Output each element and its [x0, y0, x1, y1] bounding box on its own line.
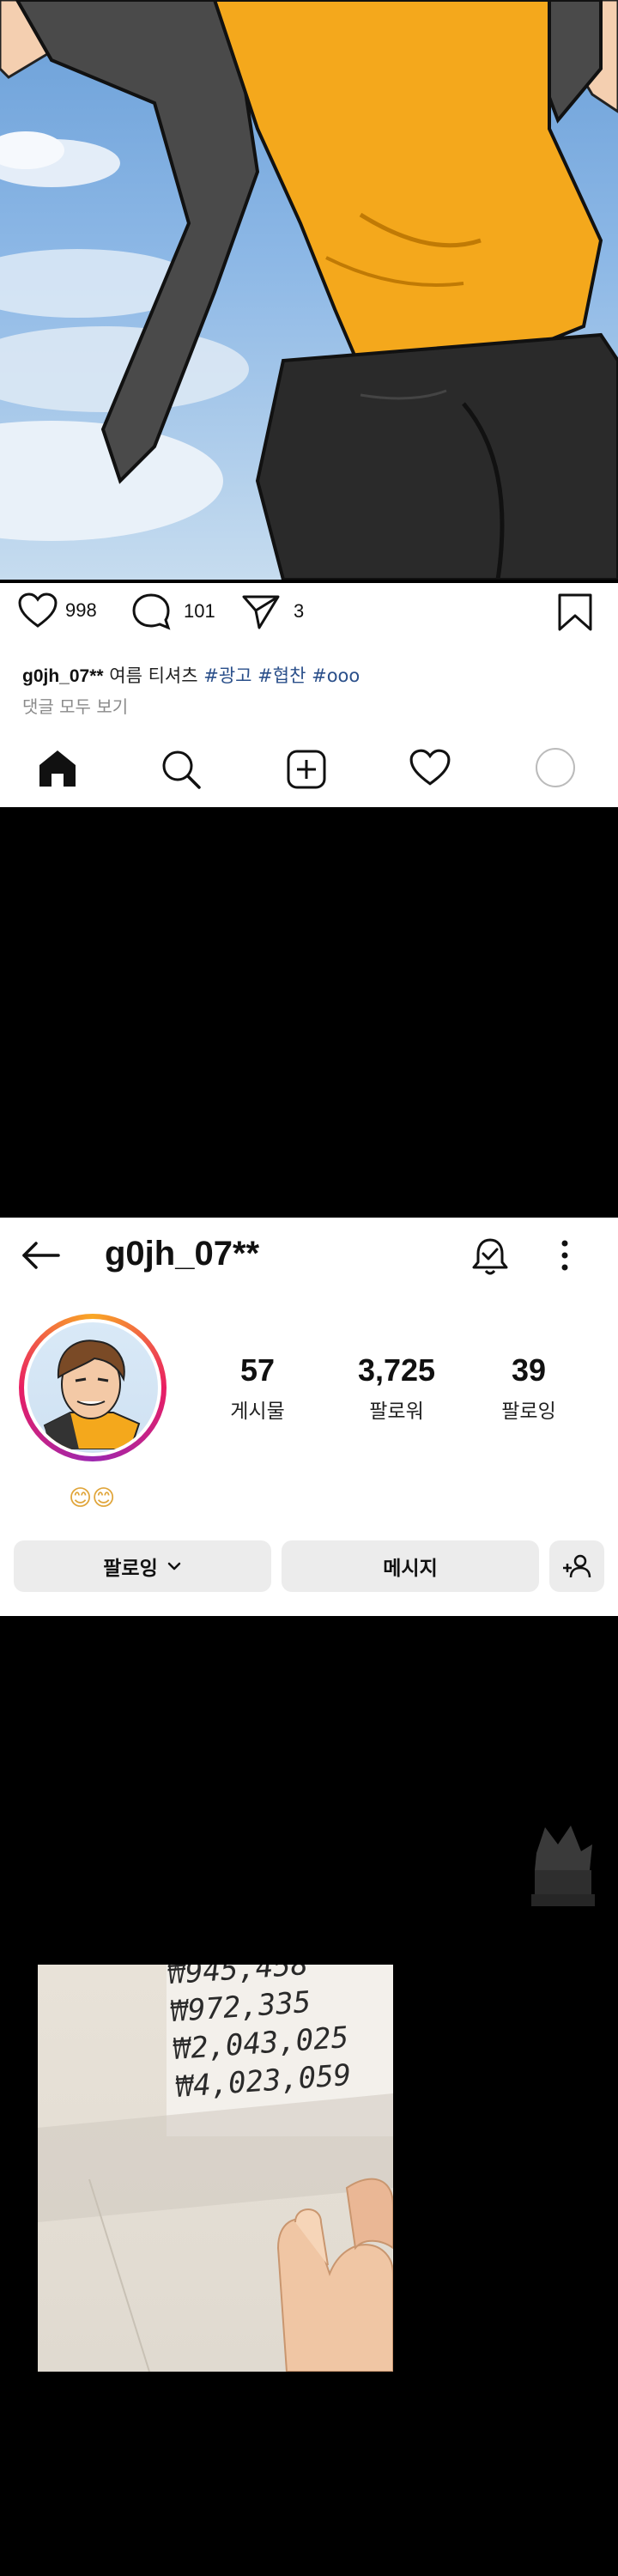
comment-count: 101 — [184, 600, 215, 622]
notifications-button[interactable] — [470, 1235, 510, 1281]
nav-activity[interactable] — [409, 748, 451, 791]
more-options-button[interactable] — [556, 1236, 573, 1278]
like-button[interactable]: 998 — [17, 592, 97, 629]
ledger-photo-panel: ₩945,458 ₩972,335 ₩2,043,025 ₩4,023,059 — [38, 1965, 393, 2372]
caption-username[interactable]: g0jh_07** — [22, 666, 104, 686]
character-illustration — [0, 0, 618, 580]
stat-value: 39 — [511, 1352, 547, 1388]
stat-label: 팔로워 — [369, 1400, 424, 1423]
heart-icon — [18, 592, 58, 628]
message-button[interactable]: 메시지 — [282, 1540, 539, 1592]
stat-label: 게시물 — [230, 1400, 285, 1423]
post-caption: g0jh_07** 여름 티셔츠 #광고 #협찬 #ooo — [22, 662, 360, 688]
search-icon — [162, 750, 201, 789]
watermark-logo — [519, 1819, 605, 1913]
nav-search[interactable] — [160, 748, 203, 794]
hand-holding-bankbook — [38, 2093, 393, 2372]
stat-followers[interactable]: 3,725 팔로워 — [336, 1353, 457, 1424]
add-person-icon — [563, 1554, 591, 1578]
panel-divider — [0, 580, 618, 583]
like-count: 998 — [65, 599, 97, 621]
nav-home[interactable] — [36, 748, 79, 793]
back-arrow-icon — [22, 1242, 60, 1269]
bottom-nav-bar — [0, 732, 618, 801]
profile-bio: 😊😊 — [69, 1485, 116, 1511]
nav-profile[interactable] — [534, 746, 577, 793]
comment-icon — [132, 593, 171, 630]
profile-panel: g0jh_07** 57 게시물 3,725 팔로워 39 팔로잉 😊😊 팔로잉… — [0, 1218, 618, 1616]
bookmark-button[interactable] — [556, 592, 594, 633]
post-action-bar: 998 101 3 — [0, 592, 618, 643]
share-count: 3 — [294, 600, 305, 622]
post-panel: 998 101 3 g0jh_07** 여름 티셔츠 #광고 #협찬 #ooo … — [0, 580, 618, 807]
hashtag[interactable]: #협찬 — [258, 665, 306, 686]
stat-value: 57 — [239, 1352, 276, 1388]
following-label: 팔로잉 — [103, 1558, 158, 1580]
illustration-panel — [0, 0, 618, 580]
view-all-comments-link[interactable]: 댓글 모두 보기 — [22, 693, 128, 718]
back-button[interactable] — [19, 1238, 62, 1276]
stat-label: 팔로잉 — [501, 1400, 556, 1423]
stat-following[interactable]: 39 팔로잉 — [469, 1353, 589, 1424]
avatar[interactable] — [19, 1314, 167, 1461]
home-icon — [39, 750, 76, 787]
stat-value: 3,725 — [357, 1352, 436, 1388]
hashtag[interactable]: #광고 — [203, 665, 251, 686]
profile-icon — [536, 748, 575, 787]
caption-text: 여름 티셔츠 — [109, 665, 198, 686]
message-label: 메시지 — [383, 1558, 438, 1580]
comment-button[interactable]: 101 — [130, 592, 215, 631]
avatar-image — [27, 1322, 158, 1453]
add-post-icon — [287, 750, 326, 789]
more-vertical-icon — [561, 1240, 568, 1271]
following-button[interactable]: 팔로잉 — [14, 1540, 271, 1592]
bell-check-icon — [472, 1238, 508, 1275]
share-button[interactable]: 3 — [240, 592, 304, 631]
chevron-down-icon — [167, 1562, 180, 1571]
profile-header: g0jh_07** — [0, 1218, 618, 1295]
profile-username: g0jh_07** — [105, 1235, 260, 1273]
suggest-friends-button[interactable] — [549, 1540, 604, 1592]
bookmark-icon — [558, 593, 592, 631]
send-icon — [242, 595, 280, 629]
stat-posts[interactable]: 57 게시물 — [197, 1353, 318, 1424]
nav-add-post[interactable] — [285, 748, 328, 794]
activity-heart-icon — [409, 749, 451, 786]
hashtag[interactable]: #ooo — [312, 665, 360, 686]
mascot-logo-icon — [531, 1826, 595, 1906]
